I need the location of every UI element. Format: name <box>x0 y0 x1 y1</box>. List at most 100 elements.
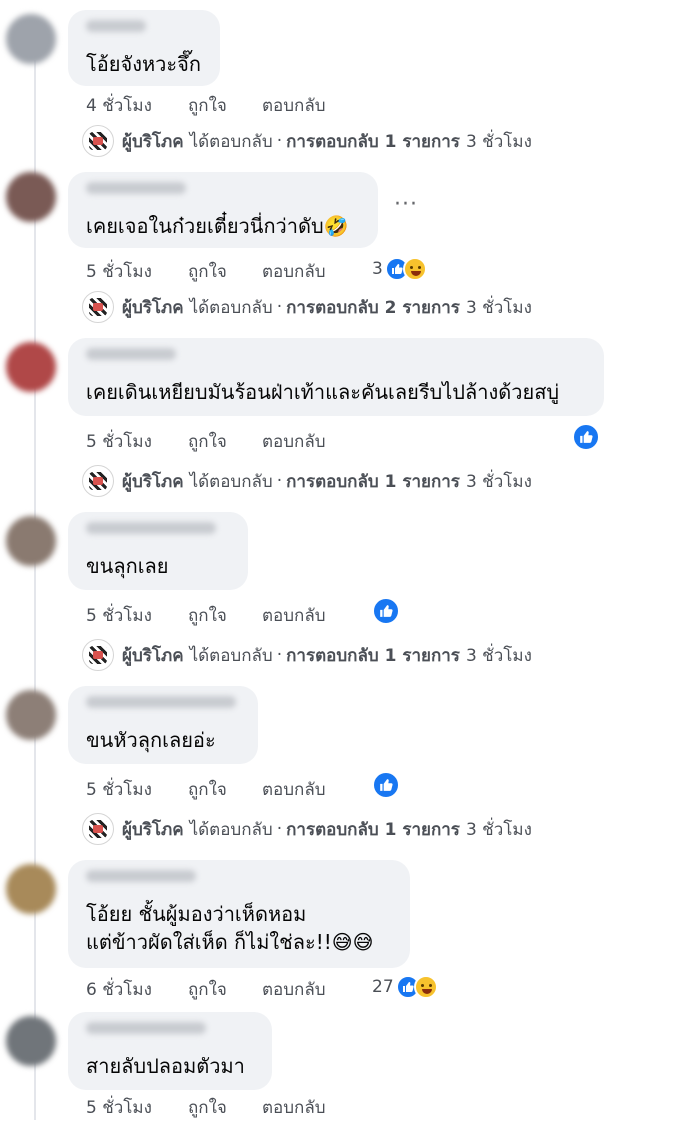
comment-time[interactable]: 5 ชั่วโมง <box>86 1094 152 1121</box>
comment-time[interactable]: 5 ชั่วโมง <box>86 258 152 285</box>
sad-reaction-icon <box>402 257 427 281</box>
reply-action-text: ได้ตอบกลับ <box>189 297 273 318</box>
reply-author: ผู้บริโภค <box>122 645 184 666</box>
reply-button[interactable]: ตอบกลับ <box>262 428 326 455</box>
comment-time[interactable]: 5 ชั่วโมง <box>86 602 152 629</box>
comment-text-line-1: โอ้ยย ชั้นผู้มองว่าเห็ดหอม <box>86 902 307 926</box>
reply-button[interactable]: ตอบกลับ <box>262 976 326 1003</box>
reply-time: 3 ชั่วโมง <box>465 131 532 152</box>
reply-author: ผู้บริโภค <box>122 297 184 318</box>
view-replies-link[interactable]: ผู้บริโภค ได้ตอบกลับ · การตอบกลับ 1 รายก… <box>82 812 532 846</box>
comment-actions: 4 ชั่วโมง ถูกใจ ตอบกลับ <box>86 92 446 116</box>
reply-action-text: ได้ตอบกลับ <box>189 645 273 666</box>
view-replies-link[interactable]: ผู้บริโภค ได้ตอบกลับ · การตอบกลับ 1 รายก… <box>82 638 532 672</box>
comment-text: เคยเจอในก๋วยเตี๋ยวนี่กว่าดับ🤣 <box>86 214 349 238</box>
reply-author: ผู้บริโภค <box>122 131 184 152</box>
reply-time: 3 ชั่วโมง <box>465 819 532 840</box>
commenter-avatar[interactable] <box>6 14 56 64</box>
like-button[interactable]: ถูกใจ <box>188 776 227 803</box>
reply-author: ผู้บริโภค <box>122 471 184 492</box>
comment-actions: 5 ชั่วโมง ถูกใจ ตอบกลับ <box>86 1094 446 1118</box>
haha-reaction-icon <box>413 975 438 999</box>
comment-time[interactable]: 5 ชั่วโมง <box>86 776 152 803</box>
commenter-avatar[interactable] <box>6 864 56 914</box>
comment-text: โอ้ยจังหวะจึ๊ก <box>86 52 201 76</box>
commenter-name-blurred[interactable] <box>86 20 146 32</box>
like-button[interactable]: ถูกใจ <box>188 602 227 629</box>
reply-button[interactable]: ตอบกลับ <box>262 602 326 629</box>
reaction-summary[interactable] <box>572 423 600 451</box>
page-avatar-icon <box>82 125 114 157</box>
comment-bubble: ขนหัวลุกเลยอ่ะ <box>68 686 258 764</box>
commenter-name-blurred[interactable] <box>86 870 196 882</box>
more-horizontal-icon[interactable]: ··· <box>394 192 418 217</box>
page-avatar-icon <box>82 639 114 671</box>
view-replies-link[interactable]: ผู้บริโภค ได้ตอบกลับ · การตอบกลับ 1 รายก… <box>82 124 532 158</box>
reaction-count: 3 <box>372 259 383 279</box>
reply-button[interactable]: ตอบกลับ <box>262 776 326 803</box>
page-avatar-icon <box>82 465 114 497</box>
reply-count: การตอบกลับ 1 รายการ <box>286 131 460 152</box>
reply-count: การตอบกลับ 1 รายการ <box>286 819 460 840</box>
reaction-summary[interactable]: 27 <box>372 974 438 1000</box>
reply-count: การตอบกลับ 1 รายการ <box>286 645 460 666</box>
commenter-avatar[interactable] <box>6 690 56 740</box>
like-button[interactable]: ถูกใจ <box>188 428 227 455</box>
reply-author: ผู้บริโภค <box>122 819 184 840</box>
page-avatar-icon <box>82 291 114 323</box>
like-button[interactable]: ถูกใจ <box>188 1094 227 1121</box>
reply-time: 3 ชั่วโมง <box>465 645 532 666</box>
like-reaction-icon <box>572 423 600 451</box>
reaction-count: 27 <box>372 977 394 997</box>
like-reaction-icon <box>372 597 400 625</box>
comment-text: ขนลุกเลย <box>86 554 169 578</box>
commenter-name-blurred[interactable] <box>86 696 236 708</box>
commenter-name-blurred[interactable] <box>86 1022 206 1034</box>
commenter-avatar[interactable] <box>6 516 56 566</box>
commenter-avatar[interactable] <box>6 342 56 392</box>
comment-time[interactable]: 5 ชั่วโมง <box>86 428 152 455</box>
commenter-avatar[interactable] <box>6 172 56 222</box>
reply-count: การตอบกลับ 2 รายการ <box>286 297 460 318</box>
comment-bubble: เคยเจอในก๋วยเตี๋ยวนี่กว่าดับ🤣 <box>68 172 378 248</box>
like-button[interactable]: ถูกใจ <box>188 976 227 1003</box>
comment-bubble: เคยเดินเหยียบมันร้อนฝ่าเท้าและคันเลยรีบไ… <box>68 338 604 416</box>
view-replies-link[interactable]: ผู้บริโภค ได้ตอบกลับ · การตอบกลับ 1 รายก… <box>82 464 532 498</box>
like-button[interactable]: ถูกใจ <box>188 258 227 285</box>
comment-text: เคยเดินเหยียบมันร้อนฝ่าเท้าและคันเลยรีบไ… <box>86 380 560 404</box>
like-button[interactable]: ถูกใจ <box>188 92 227 119</box>
comment-bubble: สายลับปลอมตัวมา <box>68 1012 272 1090</box>
comment-text-line-2: แต่ข้าวผัดใส่เห็ด ก็ไม่ใช่ละ!!😅😅 <box>86 930 374 954</box>
commenter-name-blurred[interactable] <box>86 348 176 360</box>
like-reaction-icon <box>372 771 400 799</box>
separator: · <box>276 819 283 839</box>
comment-text: สายลับปลอมตัวมา <box>86 1054 245 1078</box>
reply-action-text: ได้ตอบกลับ <box>189 471 273 492</box>
commenter-avatar[interactable] <box>6 1016 56 1066</box>
reaction-summary[interactable] <box>372 597 400 625</box>
separator: · <box>276 131 283 151</box>
view-replies-link[interactable]: ผู้บริโภค ได้ตอบกลับ · การตอบกลับ 2 รายก… <box>82 290 532 324</box>
reply-time: 3 ชั่วโมง <box>465 297 532 318</box>
reply-action-text: ได้ตอบกลับ <box>189 131 273 152</box>
comment-text: ขนหัวลุกเลยอ่ะ <box>86 728 216 752</box>
separator: · <box>276 297 283 317</box>
commenter-name-blurred[interactable] <box>86 522 216 534</box>
comment-actions: 5 ชั่วโมง ถูกใจ ตอบกลับ <box>86 428 446 452</box>
separator: · <box>276 471 283 491</box>
comment-time[interactable]: 4 ชั่วโมง <box>86 92 152 119</box>
reply-button[interactable]: ตอบกลับ <box>262 1094 326 1121</box>
comment-time[interactable]: 6 ชั่วโมง <box>86 976 152 1003</box>
reply-time: 3 ชั่วโมง <box>465 471 532 492</box>
comment-bubble: โอ้ยจังหวะจึ๊ก <box>68 10 220 86</box>
reply-button[interactable]: ตอบกลับ <box>262 258 326 285</box>
reply-action-text: ได้ตอบกลับ <box>189 819 273 840</box>
separator: · <box>276 645 283 665</box>
comment-bubble: โอ้ยย ชั้นผู้มองว่าเห็ดหอม แต่ข้าวผัดใส่… <box>68 860 410 968</box>
commenter-name-blurred[interactable] <box>86 182 186 194</box>
comment-bubble: ขนลุกเลย <box>68 512 248 590</box>
reaction-summary[interactable] <box>372 771 400 799</box>
reaction-summary[interactable]: 3 <box>372 256 427 282</box>
reply-button[interactable]: ตอบกลับ <box>262 92 326 119</box>
page-avatar-icon <box>82 813 114 845</box>
